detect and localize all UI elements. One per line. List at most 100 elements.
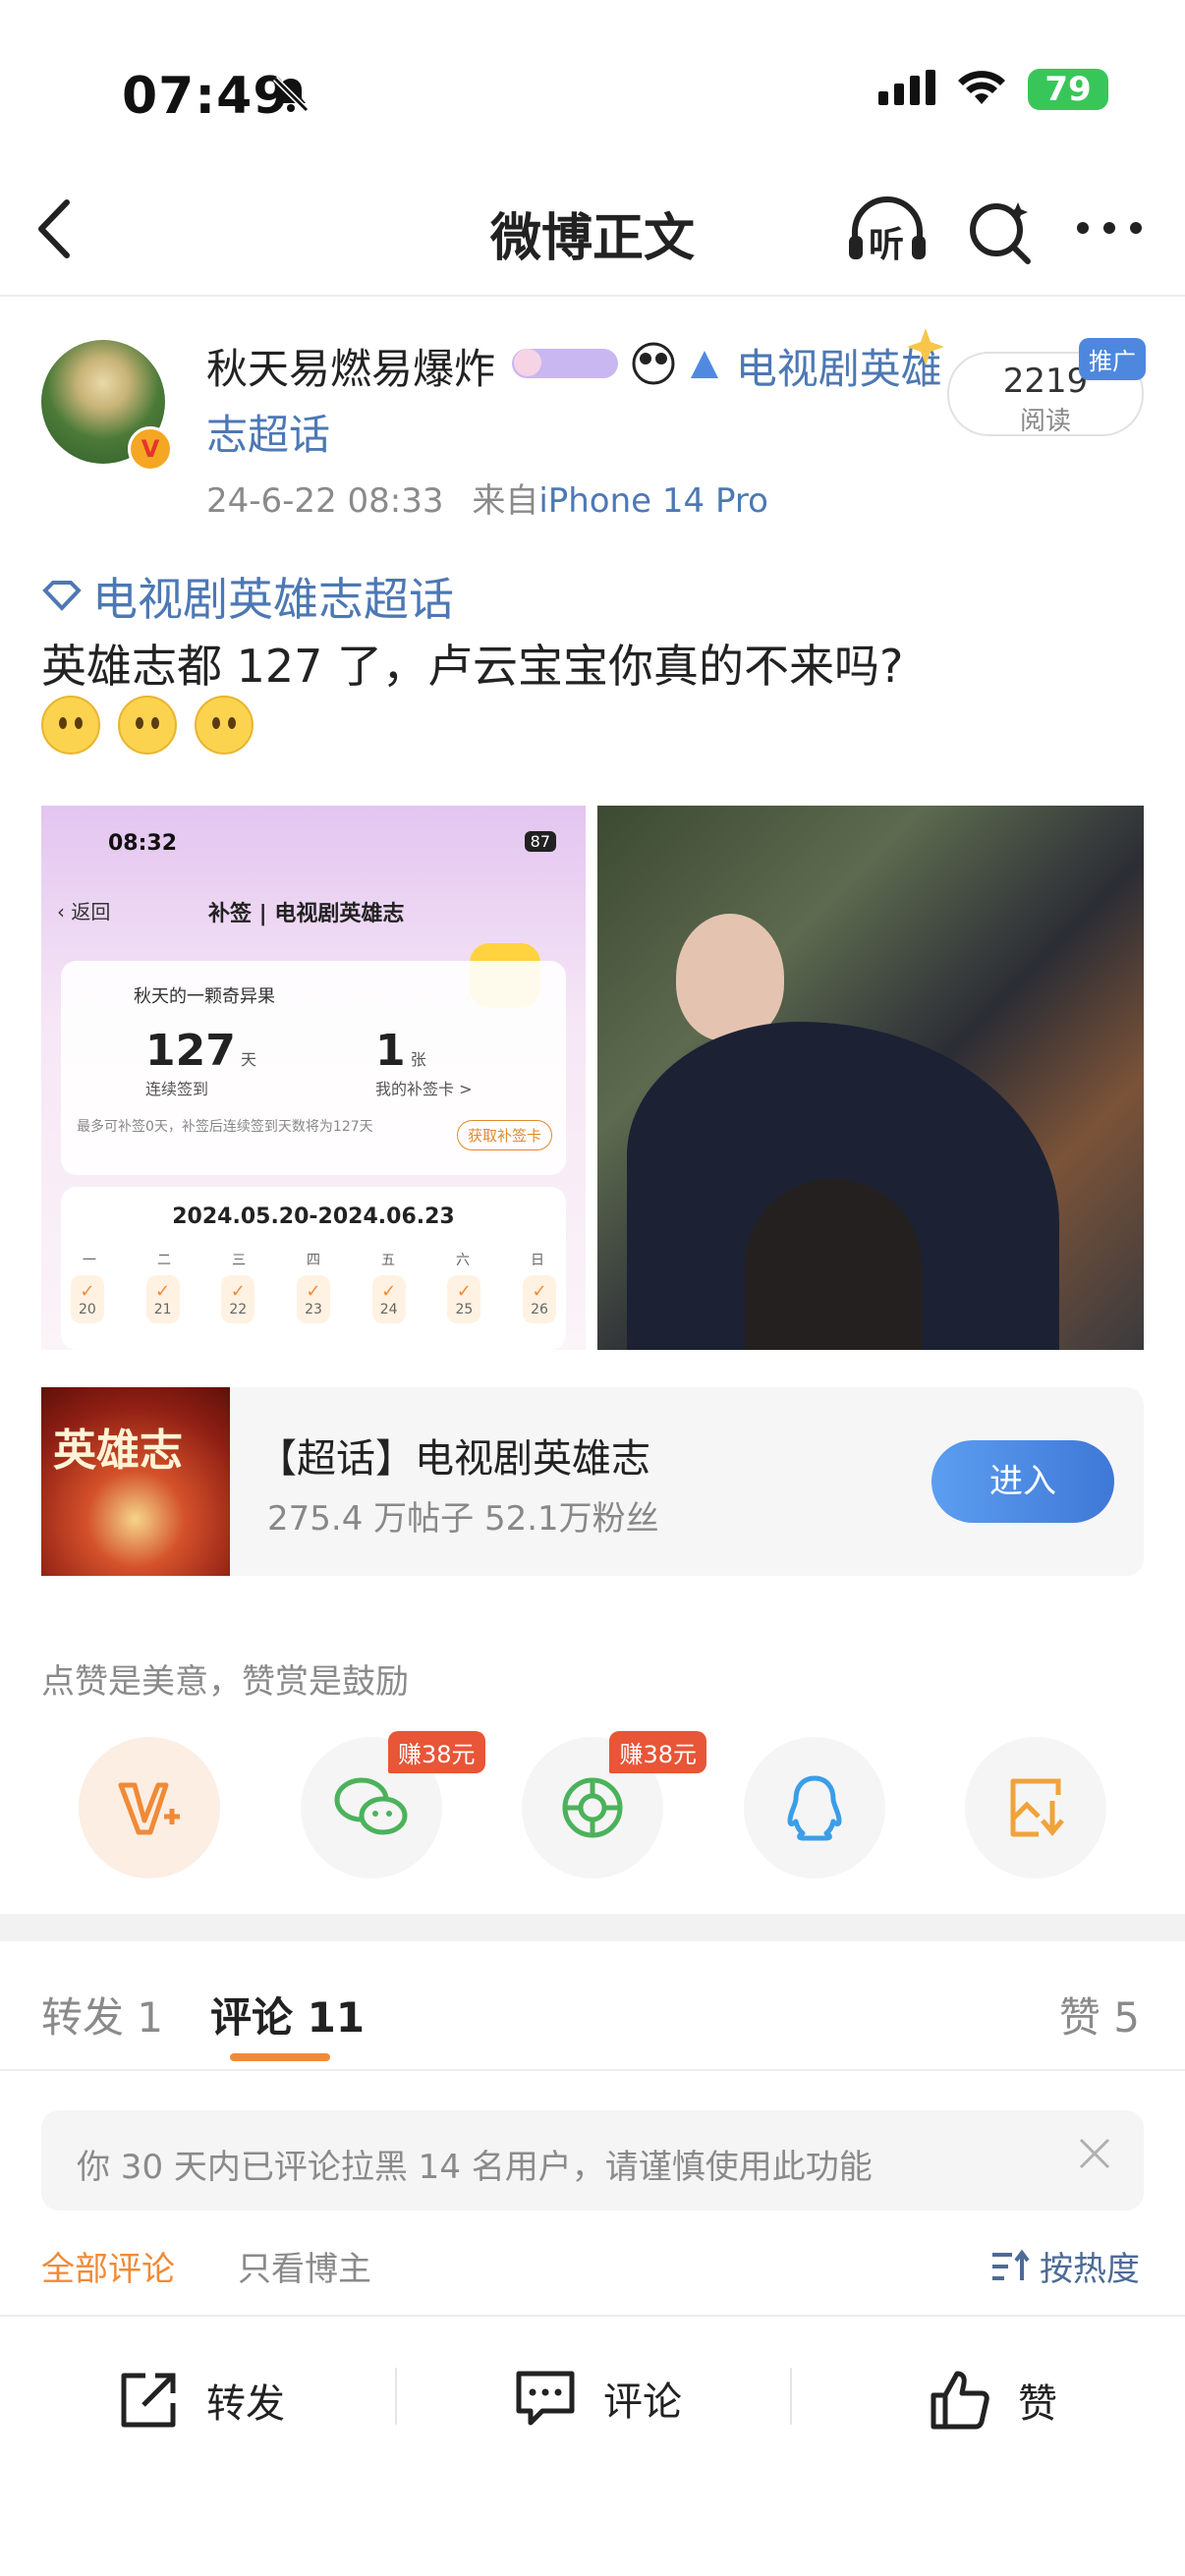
- search-icon[interactable]: [965, 196, 1036, 271]
- shot-day: ✓ 24: [371, 1275, 406, 1323]
- shot-streak-value: 127: [145, 1026, 236, 1076]
- moments-share-button[interactable]: 赚38元: [522, 1731, 706, 1878]
- super-topic-stats: 275.4 万帖子 52.1万粉丝: [267, 1499, 659, 1539]
- more-icon[interactable]: [1075, 218, 1144, 242]
- diamond-icon: [41, 570, 83, 623]
- wifi-icon: [957, 69, 1006, 110]
- super-topic-title: 【超话】电视剧英雄志: [257, 1436, 650, 1482]
- shot-weekday: 三: [232, 1253, 246, 1268]
- wechat-share-button[interactable]: 赚38元: [300, 1731, 485, 1878]
- verified-badge-icon: V: [128, 426, 173, 472]
- source-device[interactable]: iPhone 14 Pro: [538, 481, 768, 521]
- status-indicators: 79: [878, 69, 1108, 110]
- sort-label[interactable]: 按热度: [1040, 2242, 1140, 2290]
- post-image-signin-screenshot[interactable]: 08:32 87 ‹ 返回 补签 | 电视剧英雄志 秋天的一颗奇异果 127 天…: [41, 806, 586, 1350]
- shot-weekday: 二: [157, 1253, 171, 1268]
- comment-icon: [516, 2371, 575, 2426]
- qq-icon: [787, 1775, 841, 1841]
- photo-horse: [745, 1179, 922, 1350]
- like-note: 点赞是美意，赞赏是鼓励: [41, 1662, 409, 1702]
- battery-icon: 79: [1028, 69, 1108, 110]
- bottom-divider: [395, 2368, 397, 2425]
- shot-calendar: 2024.05.20-2024.06.23 一 二 三 四 五 六 日 ✓ 20 …: [61, 1187, 566, 1350]
- post-topic-text[interactable]: 电视剧英雄志超话: [92, 564, 454, 629]
- shot-note: 最多可补签0天，补签后连续签到天数将为127天: [77, 1119, 373, 1135]
- shot-day: ✓ 26: [523, 1275, 556, 1323]
- shot-get-card: 获取补签卡: [456, 1120, 552, 1150]
- shot-day: ✓ 23: [297, 1275, 330, 1323]
- shot-card-value: 1: [375, 1026, 406, 1076]
- post-author[interactable]: 秋天易燃易爆炸 电视剧英雄志超话: [206, 338, 953, 467]
- shot-weekday: 一: [83, 1253, 96, 1268]
- repost-label[interactable]: 转发: [206, 2372, 285, 2429]
- post-time: 24-6-22 08:33: [206, 481, 444, 521]
- save-image-button[interactable]: [965, 1737, 1106, 1878]
- shot-card-unit: 张: [410, 1050, 426, 1069]
- bottom-divider: [790, 2368, 792, 2425]
- filter-all-comments[interactable]: 全部评论: [41, 2242, 175, 2290]
- status-time: 07:49: [122, 67, 290, 126]
- shot-weekday: 日: [531, 1253, 544, 1268]
- sparkle-icon: [904, 324, 963, 377]
- shot-back: ‹ 返回: [57, 900, 111, 924]
- comment-label[interactable]: 评论: [603, 2370, 682, 2427]
- shot-weekday: 六: [456, 1253, 470, 1268]
- super-topic-logo: 英雄志: [41, 1387, 230, 1576]
- super-topic-logo-text: 英雄志: [53, 1426, 183, 1476]
- read-label: 阅读: [1019, 407, 1071, 436]
- signal-icon: [878, 70, 935, 109]
- shot-weekday: 四: [307, 1253, 320, 1268]
- shot-day: ✓ 22: [221, 1275, 255, 1323]
- shot-title: 补签 | 电视剧英雄志: [208, 902, 405, 926]
- tab-likes[interactable]: 赞 5: [1059, 1985, 1140, 2044]
- reward-icon: [118, 1782, 180, 1835]
- tab-repost[interactable]: 转发 1: [41, 1985, 163, 2044]
- earn-tag: 赚38元: [387, 1731, 485, 1773]
- post-image-photo[interactable]: [597, 806, 1144, 1350]
- reward-button[interactable]: [79, 1737, 220, 1878]
- earn-tag: 赚38元: [609, 1731, 706, 1773]
- author-name[interactable]: 秋天易燃易爆炸: [206, 345, 495, 393]
- shot-card-label: 我的补签卡 >: [375, 1080, 473, 1098]
- like-button[interactable]: 赞: [928, 2368, 1057, 2433]
- wechat-icon: [334, 1777, 407, 1835]
- like-label[interactable]: 赞: [1018, 2372, 1057, 2429]
- qq-share-button[interactable]: [743, 1737, 885, 1878]
- shot-battery: 87: [524, 831, 556, 852]
- enter-button[interactable]: 进入: [931, 1440, 1114, 1523]
- shot-user: 秋天的一颗奇异果: [134, 986, 275, 1007]
- sad-emoji-icon: [41, 696, 100, 755]
- shot-card: 1 张 我的补签卡 >: [375, 1026, 473, 1099]
- sort-by-hot-button[interactable]: 按热度: [990, 2242, 1140, 2290]
- moments-icon: [562, 1777, 623, 1838]
- sad-emoji-icon: [195, 696, 254, 755]
- shot-weekdays: 一 二 三 四 五 六 日: [83, 1250, 544, 1269]
- thumbs-up-icon: [931, 2371, 989, 2430]
- badge-icons: [508, 341, 722, 404]
- section-separator: [0, 1914, 1185, 1941]
- shot-weekday: 五: [381, 1253, 395, 1268]
- post-topic-link[interactable]: 电视剧英雄志超话: [41, 564, 454, 629]
- filter-host-only[interactable]: 只看博主: [238, 2242, 371, 2290]
- shot-back-label: 返回: [71, 900, 111, 924]
- sad-emoji-icon: [118, 696, 177, 755]
- notice-text: 你 30 天内已评论拉黑 14 名用户，请谨慎使用此功能: [77, 2148, 873, 2187]
- repost-button[interactable]: 转发: [116, 2368, 285, 2433]
- repost-icon: [121, 2373, 176, 2428]
- close-icon[interactable]: [1075, 2130, 1114, 2185]
- share-row: 赚38元 赚38元: [79, 1731, 1106, 1878]
- shot-day: ✓ 21: [145, 1275, 180, 1323]
- tab-comments[interactable]: 评论 11: [210, 1985, 365, 2044]
- shot-days: ✓ 20 ✓ 21 ✓ 22 ✓ 23 ✓ 24 ✓ 25 ✓ 26: [71, 1275, 556, 1323]
- listen-button[interactable]: 听: [847, 195, 928, 265]
- promo-tag: 推广: [1079, 338, 1146, 380]
- nav-divider: [0, 295, 1185, 297]
- comment-button[interactable]: 评论: [513, 2368, 682, 2429]
- shot-day: ✓ 25: [447, 1275, 481, 1323]
- post-meta: 24-6-22 08:33 来自iPhone 14 Pro: [206, 474, 768, 522]
- shot-status-time: 08:32: [108, 831, 178, 856]
- shot-streak: 127 天 连续签到: [145, 1026, 256, 1099]
- shot-streak-card: 秋天的一颗奇异果 127 天 连续签到 1 张 我的补签卡 > 最多可补签0天，…: [61, 961, 566, 1175]
- shot-day: ✓ 20: [71, 1275, 104, 1323]
- emoji-row: [41, 696, 254, 755]
